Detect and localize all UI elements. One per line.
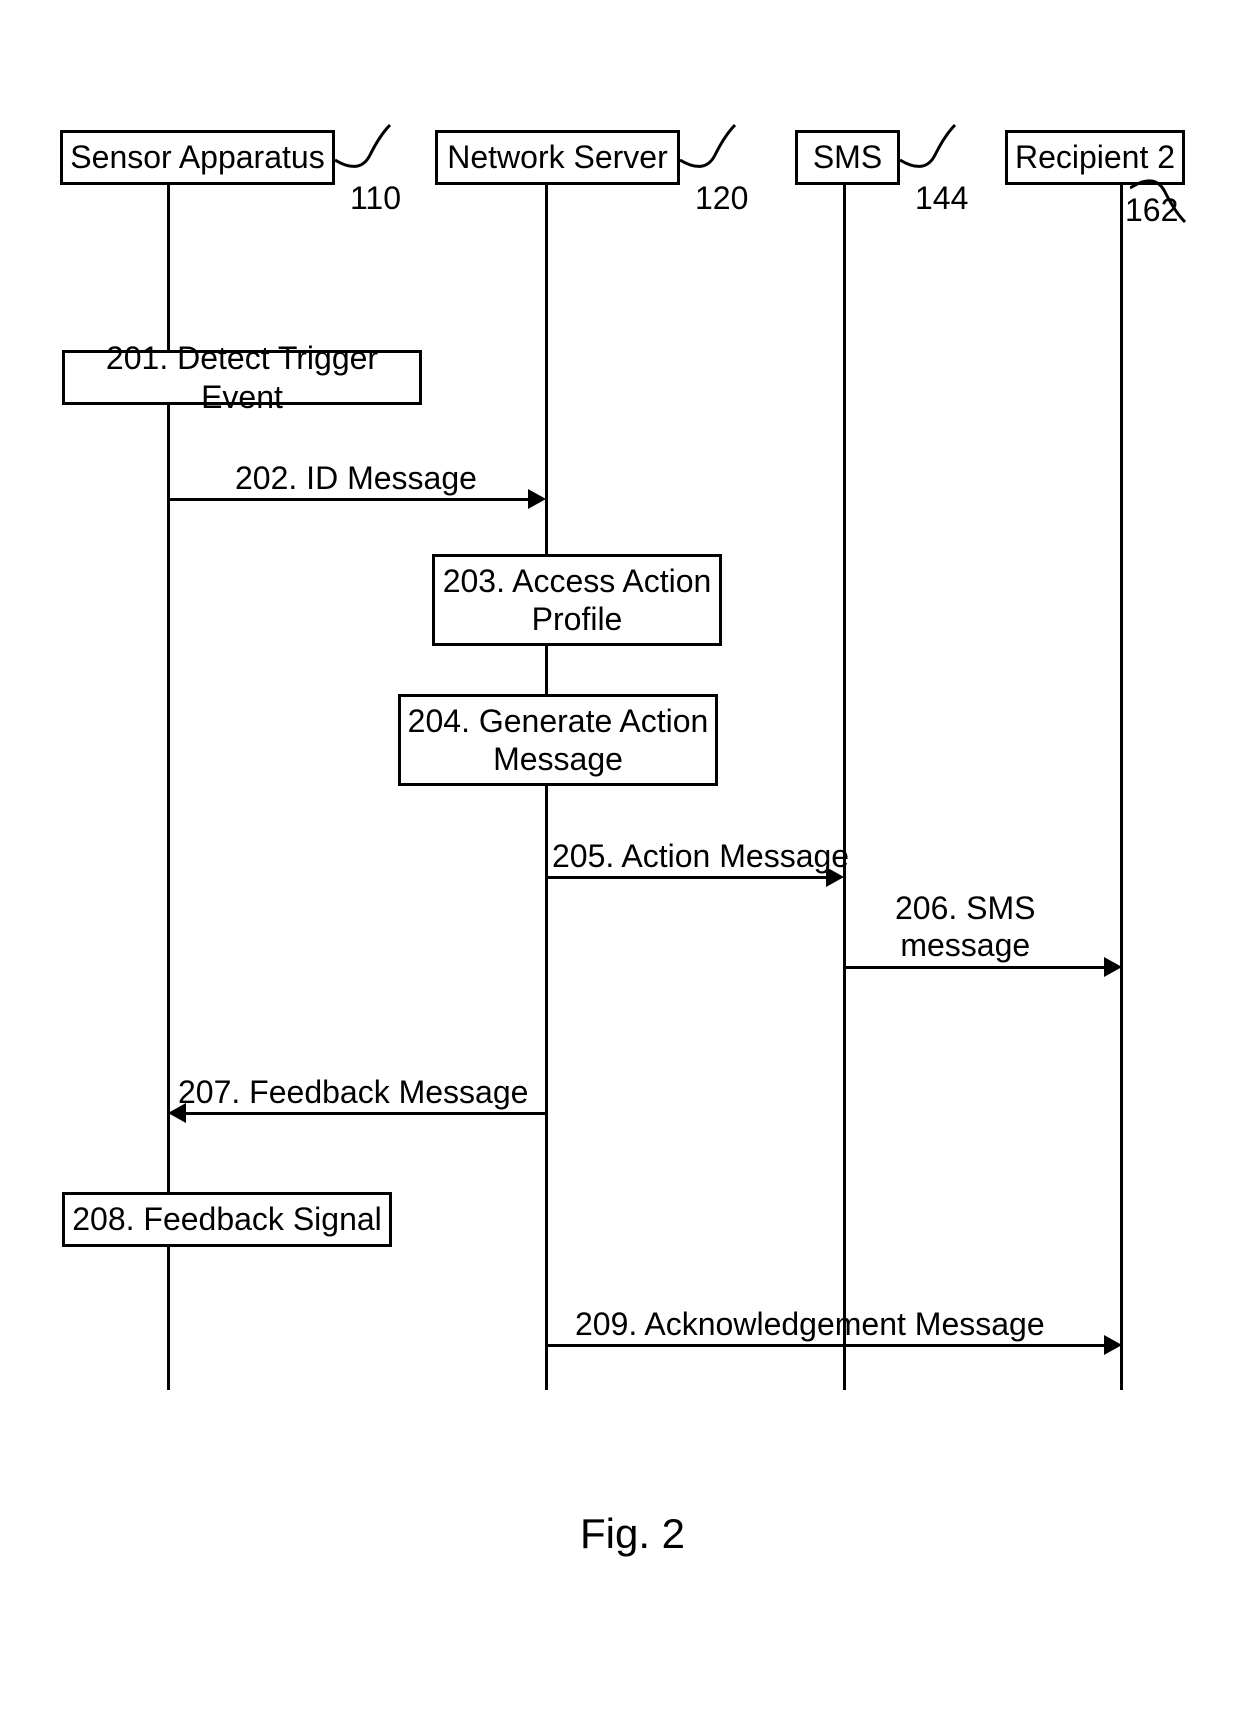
step-203-box: 203. Access Action Profile	[432, 554, 722, 646]
sequence-diagram: Sensor Apparatus 110 Network Server 120 …	[0, 0, 1240, 1727]
step-205-label: 205. Action Message	[552, 838, 849, 875]
step-201-box: 201. Detect Trigger Event	[62, 350, 422, 405]
callout-sensor	[335, 115, 405, 190]
arrow-207	[186, 1112, 546, 1115]
figure-label: Fig. 2	[580, 1510, 685, 1558]
arrowhead-205	[826, 867, 844, 887]
lifeline-server	[545, 185, 548, 1390]
arrowhead-202	[528, 489, 546, 509]
actor-server: Network Server	[435, 130, 680, 185]
arrow-202	[170, 498, 530, 501]
arrowhead-206	[1104, 957, 1122, 977]
step-209-label: 209. Acknowledgement Message	[575, 1306, 1045, 1343]
actor-sensor-label: Sensor Apparatus	[70, 139, 324, 176]
ref-sensor: 110	[350, 180, 401, 217]
step-204-label: 204. Generate Action Message	[408, 702, 709, 779]
ref-recipient: 162	[1125, 192, 1178, 229]
arrowhead-209	[1104, 1335, 1122, 1355]
step-208-box: 208. Feedback Signal	[62, 1192, 392, 1247]
lifeline-recipient	[1120, 185, 1123, 1390]
step-201-label: 201. Detect Trigger Event	[65, 339, 419, 416]
actor-server-label: Network Server	[447, 139, 668, 176]
actor-sms: SMS	[795, 130, 900, 185]
ref-sms: 144	[915, 180, 968, 217]
actor-sms-label: SMS	[813, 139, 882, 176]
ref-server: 120	[695, 180, 748, 217]
step-202-label: 202. ID Message	[235, 460, 477, 497]
step-206-label: 206. SMS message	[895, 890, 1036, 964]
arrow-209	[548, 1344, 1106, 1347]
actor-sensor: Sensor Apparatus	[60, 130, 335, 185]
arrow-206	[846, 966, 1106, 969]
step-208-label: 208. Feedback Signal	[72, 1200, 382, 1238]
step-207-label: 207. Feedback Message	[178, 1074, 528, 1111]
lifeline-sms	[843, 185, 846, 1390]
callout-sms	[900, 115, 970, 190]
arrow-205	[548, 876, 828, 879]
arrowhead-207	[168, 1103, 186, 1123]
step-203-label: 203. Access Action Profile	[443, 562, 712, 639]
callout-server	[680, 115, 750, 190]
step-204-box: 204. Generate Action Message	[398, 694, 718, 786]
